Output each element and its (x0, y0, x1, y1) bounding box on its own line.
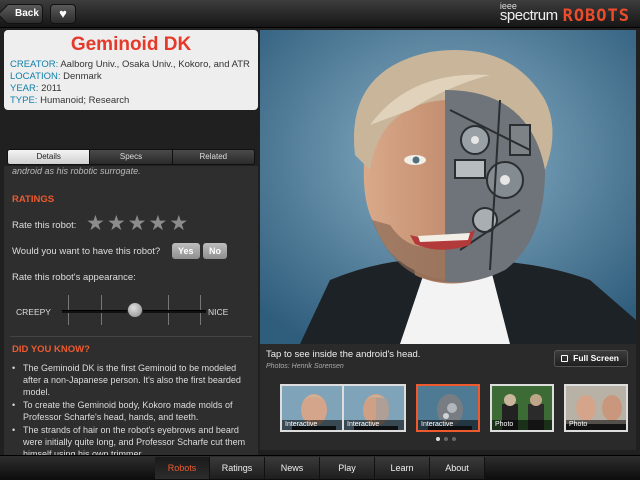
robot-info-card: Geminoid DK CREATOR: Aalborg Univ., Osak… (4, 30, 258, 110)
thumbnail-item[interactable]: Interactive (280, 384, 344, 432)
tab-specs[interactable]: Specs (90, 150, 173, 164)
thumbnail-label: Interactive (344, 420, 404, 430)
photo-caption-bar: Tap to see inside the android's head. Ph… (260, 344, 636, 374)
star-icon[interactable]: ★ (86, 213, 105, 234)
section-divider (10, 336, 252, 337)
geminoid-portrait-image (260, 30, 636, 344)
robot-details-panel: Geminoid DK CREATOR: Aalborg Univ., Osak… (4, 30, 258, 480)
slider-thumb[interactable] (127, 302, 143, 318)
star-icon[interactable]: ★ (148, 213, 167, 234)
yes-button[interactable]: Yes (172, 243, 200, 259)
nav-play[interactable]: Play (320, 457, 375, 479)
robot-name: Geminoid DK (70, 34, 192, 55)
thumbnail-item[interactable]: Interactive (342, 384, 406, 432)
media-thumbnail-strip: Interactive Interactive Interactive Phot… (260, 374, 636, 450)
star-rating[interactable]: ★ ★ ★ ★ ★ (86, 213, 188, 234)
ieee-spectrum-robots-logo: ieee spectrum ROBOTS (499, 1, 630, 26)
logo-robots: ROBOTS (562, 6, 630, 26)
back-button[interactable]: Back (5, 4, 43, 24)
logo-ieee: ieee (499, 1, 517, 11)
star-icon[interactable]: ★ (107, 213, 126, 234)
thumbnail-label: Photo (566, 420, 626, 430)
heart-icon: ♥ (59, 6, 67, 21)
description-tail: android as his robotic surrogate. (12, 166, 141, 176)
favorite-button[interactable]: ♥ (50, 4, 76, 24)
ratings-title: RATINGS (12, 194, 55, 205)
thumbnail-item[interactable]: Photo (490, 384, 554, 432)
creator-row: CREATOR: Aalborg Univ., Osaka Univ., Kok… (10, 59, 250, 70)
thumbnail-item-selected[interactable]: Interactive (416, 384, 480, 432)
page-dot[interactable] (444, 437, 448, 441)
photo-credit: Photos: Henrik Sorensen (266, 363, 344, 370)
tab-related[interactable]: Related (172, 150, 254, 164)
list-item: To create the Geminoid body, Kokoro made… (12, 399, 256, 423)
app-window: Back ♥ ieee spectrum ROBOTS Geminoid DK … (0, 0, 640, 480)
top-bar: Back ♥ ieee spectrum ROBOTS (0, 0, 640, 28)
nav-learn[interactable]: Learn (375, 457, 430, 479)
nav-about[interactable]: About (430, 457, 485, 479)
nav-news[interactable]: News (265, 457, 320, 479)
star-icon[interactable]: ★ (128, 213, 147, 234)
thumbnail-label: Photo (492, 420, 552, 430)
location-row: LOCATION: Denmark (10, 71, 102, 82)
full-screen-label: Full Screen (573, 353, 619, 363)
did-you-know-title: DID YOU KNOW? (12, 344, 90, 355)
page-dot[interactable] (436, 437, 440, 441)
robot-photo[interactable] (260, 30, 636, 344)
bottom-tab-bar: Robots Ratings News Play Learn About (0, 455, 640, 480)
full-screen-button[interactable]: Full Screen (554, 350, 628, 367)
page-dot[interactable] (452, 437, 456, 441)
tab-details[interactable]: Details (8, 150, 91, 164)
creepy-label: CREEPY (16, 307, 51, 317)
appearance-label: Rate this robot's appearance: (12, 272, 136, 283)
rate-label: Rate this robot: (12, 220, 77, 231)
nav-robots[interactable]: Robots (155, 457, 210, 479)
list-item: The Geminoid DK is the first Geminoid to… (12, 362, 256, 398)
thumbnail-label: Interactive (282, 420, 342, 430)
want-label: Would you want to have this robot? (12, 246, 161, 257)
no-button[interactable]: No (203, 243, 227, 259)
year-row: YEAR: 2011 (10, 83, 62, 94)
nice-label: NICE (208, 307, 229, 317)
details-scroll-area[interactable]: android as his robotic surrogate. RATING… (4, 166, 258, 480)
expand-icon (561, 355, 569, 362)
nav-ratings[interactable]: Ratings (210, 457, 265, 479)
thumbnail-label: Interactive (418, 420, 478, 430)
type-row: TYPE: Humanoid; Research (10, 95, 130, 106)
details-tabs: Details Specs Related (7, 149, 255, 165)
page-indicator[interactable] (436, 437, 456, 441)
facts-list: The Geminoid DK is the first Geminoid to… (12, 362, 256, 461)
photo-caption: Tap to see inside the android's head. (266, 349, 421, 360)
thumbnail-item[interactable]: Photo (564, 384, 628, 432)
star-icon[interactable]: ★ (169, 213, 188, 234)
